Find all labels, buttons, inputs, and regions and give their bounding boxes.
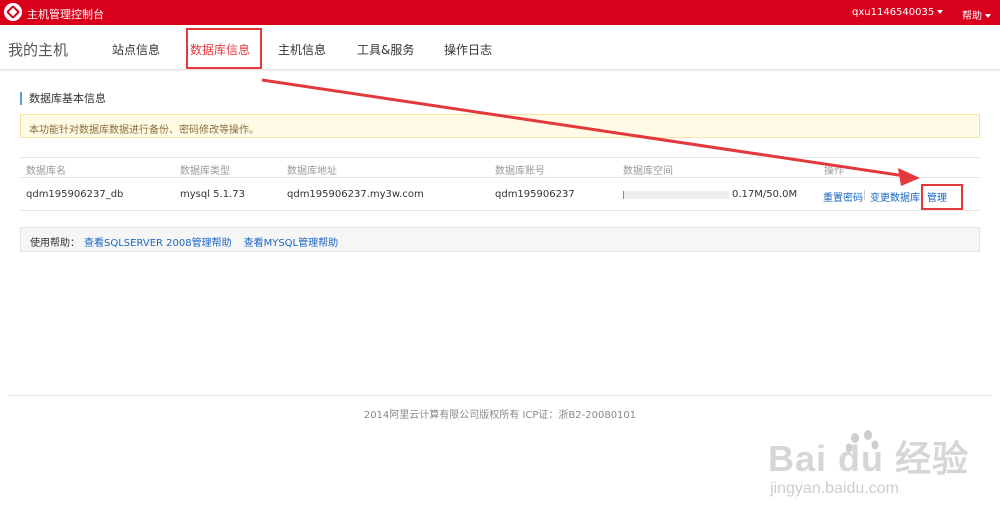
tab-tools-services[interactable]: 工具&服务 (357, 41, 414, 58)
annotation-highlight-box (921, 184, 963, 210)
footer-copyright: 2014阿里云计算有限公司版权所有 ICP证：浙B2-20080101 (363, 410, 637, 421)
top-bar: 主机管理控制台 qxu1146540035 帮助 (0, 0, 1000, 25)
db-account-cell: qdm195906237 (495, 189, 575, 200)
tab-operation-log[interactable]: 操作日志 (444, 41, 492, 58)
main-nav: 我的主机 站点信息 数据库信息 主机信息 工具&服务 操作日志 (0, 25, 1000, 70)
column-header: 数据库空间 (623, 166, 673, 177)
help-bar: 使用帮助： 查看SQLSERVER 2008管理帮助 查看MYSQL管理帮助 (20, 227, 980, 252)
help-label: 帮助 (962, 11, 982, 22)
user-menu[interactable]: qxu1146540035 (852, 7, 944, 18)
user-name: qxu1146540035 (852, 7, 935, 18)
help-label: 使用帮助： (30, 238, 80, 249)
watermark-sub-text: jingyan.baidu.com (770, 480, 899, 497)
column-header: 数据库名 (26, 166, 66, 177)
column-header: 数据库类型 (180, 166, 230, 177)
tab-host-info[interactable]: 主机信息 (278, 41, 326, 58)
mysql-help-link[interactable]: 查看MYSQL管理帮助 (244, 238, 339, 249)
db-space-progress-bar (623, 191, 729, 199)
baidu-paw-icon (846, 430, 879, 453)
chevron-down-icon (985, 14, 991, 18)
baidu-jingyan-watermark: Bai du 经验 jingyan.baidu.com (768, 430, 978, 514)
chevron-down-icon (937, 10, 944, 14)
column-header: 操作 (824, 166, 844, 177)
db-address-cell: qdm195906237.my3w.com (287, 189, 424, 200)
help-menu[interactable]: 帮助 (962, 7, 991, 22)
aliyun-logo-icon[interactable] (4, 3, 22, 21)
change-database-link[interactable]: 变更数据库 (870, 189, 920, 204)
footer-divider (8, 395, 992, 396)
table-header: 数据库名 数据库类型 数据库地址 数据库账号 数据库空间 操作 (20, 158, 980, 178)
column-header: 数据库账号 (495, 166, 545, 177)
section-title: 数据库基本信息 (20, 92, 106, 105)
link-separator (864, 190, 865, 200)
db-type-cell: mysql 5.1.73 (180, 189, 245, 200)
sqlserver-help-link[interactable]: 查看SQLSERVER 2008管理帮助 (84, 238, 232, 249)
tab-site-info[interactable]: 站点信息 (112, 41, 160, 58)
annotation-highlight-box (186, 28, 262, 69)
db-name-cell: qdm195906237_db (26, 189, 124, 200)
app-title: 主机管理控制台 (27, 8, 104, 21)
column-header: 数据库地址 (287, 166, 337, 177)
info-notice: 本功能针对数据库数据进行备份、密码修改等操作。 (20, 114, 980, 138)
database-table: 数据库名 数据库类型 数据库地址 数据库账号 数据库空间 操作 qdm19590… (20, 157, 980, 211)
reset-password-link[interactable]: 重置密码 (823, 189, 863, 204)
db-space-text: 0.17M/50.0M (732, 189, 798, 200)
page-brand: 我的主机 (8, 41, 69, 59)
